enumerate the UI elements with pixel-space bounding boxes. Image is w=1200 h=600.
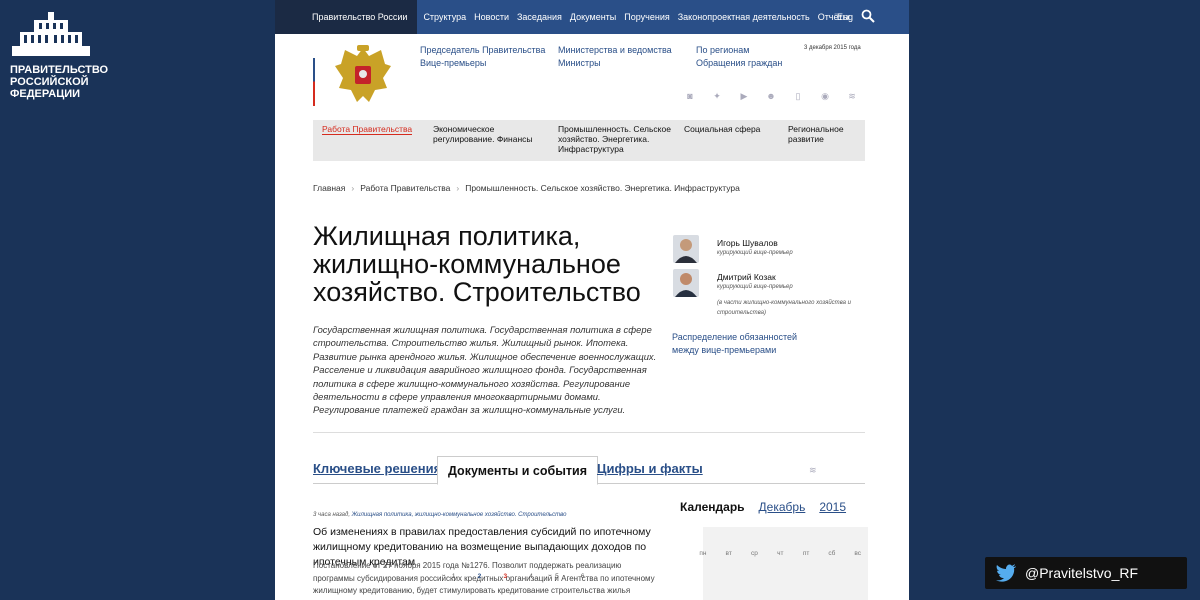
link-chairman[interactable]: Председатель Правительства <box>420 44 545 57</box>
twitter-icon[interactable]: ✦ <box>710 90 724 102</box>
news-time: 3 часа назад, <box>313 512 350 518</box>
brand-name: ПРАВИТЕЛЬСТВО РОССИЙСКОЙ ФЕДЕРАЦИИ <box>10 64 109 100</box>
news-text: Постановление от 27 ноября 2015 года №12… <box>313 561 655 600</box>
calendar-day[interactable]: 2 <box>467 573 493 580</box>
link-ministries[interactable]: Министерства и ведомства <box>558 44 672 57</box>
tab-documents-events[interactable]: Документы и события <box>437 456 598 485</box>
weekday: ср <box>751 550 758 557</box>
calendar: Календарь Декабрь 2015 пн вт ср чт пт сб… <box>680 500 870 600</box>
link-appeals[interactable]: Обращения граждан <box>696 57 782 70</box>
home-link[interactable]: Правительство России <box>275 0 418 34</box>
breadcrumb: Главная › Работа Правительства › Промышл… <box>313 183 740 193</box>
curator-name: Дмитрий Козак <box>717 272 776 282</box>
twitter-handle: @Pravitelstvo_RF <box>1025 565 1139 581</box>
calendar-day[interactable]: 1 <box>441 573 467 580</box>
nav-item-structure[interactable]: Структура <box>423 12 466 22</box>
rss-icon[interactable]: ≋ <box>809 465 819 475</box>
main-nav: Структура Новости Заседания Документы По… <box>423 12 849 22</box>
language-switch[interactable]: Eng <box>837 12 853 22</box>
people-icon[interactable]: ☻ <box>764 90 778 102</box>
youtube-icon[interactable]: ▶ <box>737 90 751 102</box>
chevron-right-icon: › <box>351 183 355 193</box>
curator-note: (в части жилищно-коммунального хозяйства… <box>717 300 852 316</box>
breadcrumb-industry[interactable]: Промышленность. Сельское хозяйство. Энер… <box>465 183 740 193</box>
header-links-2: Министерства и ведомства Министры <box>558 44 672 70</box>
site-page: Правительство России Структура Новости З… <box>275 0 909 600</box>
link-ministers[interactable]: Министры <box>558 57 672 70</box>
calendar-day[interactable]: 5 <box>544 573 570 580</box>
social-links: ◙ ✦ ▶ ☻ ▯ ◉ ≋ <box>683 90 859 102</box>
calendar-year[interactable]: 2015 <box>819 500 846 514</box>
twitter-bird-icon <box>996 564 1016 582</box>
weekday: пн <box>699 550 707 557</box>
current-date: 3 декабря 2015 года <box>804 45 861 51</box>
menu-item-regional[interactable]: Региональное развитие <box>788 124 853 144</box>
breadcrumb-government-work[interactable]: Работа Правительства <box>360 183 450 193</box>
curator-shuvalov[interactable]: Игорь Шувалов курирующий вице-премьер <box>673 235 873 269</box>
weekday: вс <box>854 550 861 557</box>
news-tags[interactable]: Жилищная политика, жилищно-коммунальное … <box>352 512 567 518</box>
calendar-header: Календарь Декабрь 2015 <box>680 500 870 514</box>
calendar-label: Календарь <box>680 500 745 514</box>
calendar-month[interactable]: Декабрь <box>759 500 806 514</box>
calendar-day[interactable]: 4 <box>518 573 544 580</box>
tab-figures-facts[interactable]: Цифры и факты <box>597 461 703 476</box>
news-meta: 3 часа назад, Жилищная политика, жилищно… <box>313 512 566 518</box>
camera-icon[interactable]: ◙ <box>683 90 697 102</box>
eye-icon[interactable]: ◉ <box>818 90 832 102</box>
curator-role: курирующий вице-премьер <box>717 250 793 256</box>
nav-item-instructions[interactable]: Поручения <box>624 12 669 22</box>
avatar <box>673 235 699 263</box>
section-description: Государственная жилищная политика. Госуд… <box>313 324 657 416</box>
link-regions[interactable]: По регионам <box>696 44 782 57</box>
nav-item-legislation[interactable]: Законопроектная деятельность <box>678 12 810 22</box>
header-links-1: Председатель Правительства Вице-премьеры <box>420 44 545 70</box>
menu-item-economy[interactable]: Экономическое регулирование. Финансы <box>433 124 543 144</box>
header-links-3: По регионам Обращения граждан <box>696 44 782 70</box>
weekday: чт <box>777 550 784 557</box>
brand-logo[interactable]: ПРАВИТЕЛЬСТВО РОССИЙСКОЙ ФЕДЕРАЦИИ <box>10 12 110 100</box>
rss-icon[interactable]: ≋ <box>845 90 859 102</box>
search-icon[interactable] <box>861 9 875 23</box>
calendar-day[interactable]: 6 <box>570 573 596 580</box>
duties-link[interactable]: Распределение обязанностей между вице-пр… <box>672 331 812 357</box>
nav-item-meetings[interactable]: Заседания <box>517 12 562 22</box>
curators: Игорь Шувалов курирующий вице-премьер Дм… <box>673 235 873 316</box>
weekday: пт <box>802 550 810 557</box>
menu-item-industry[interactable]: Промышленность. Сельское хозяйство. Энер… <box>558 124 673 154</box>
curator-name: Игорь Шувалов <box>717 238 778 248</box>
home-label: Правительство России <box>312 12 408 22</box>
calendar-grid <box>703 527 868 600</box>
divider <box>313 432 865 433</box>
page-title: Жилищная политика, жилищно-коммунальное … <box>313 221 641 307</box>
menu-item-social[interactable]: Социальная сфера <box>684 124 760 134</box>
breadcrumb-home[interactable]: Главная <box>313 183 345 193</box>
government-building-icon <box>12 12 90 56</box>
tab-key-decisions[interactable]: Ключевые решения <box>313 461 441 476</box>
twitter-badge[interactable]: @Pravitelstvo_RF <box>985 557 1187 589</box>
flag-stripe <box>313 34 315 106</box>
avatar <box>673 269 699 297</box>
nav-item-documents[interactable]: Документы <box>570 12 616 22</box>
content-tabs: Ключевые решения Документы и события Циф… <box>313 456 865 485</box>
calendar-day <box>415 573 441 580</box>
weekday: вт <box>725 550 732 557</box>
section-menu: Работа Правительства Экономическое регул… <box>313 120 865 161</box>
link-vice-premiers[interactable]: Вице-премьеры <box>420 57 545 70</box>
coat-of-arms-icon[interactable] <box>333 44 393 106</box>
menu-item-government-work[interactable]: Работа Правительства <box>322 124 413 135</box>
weekday: сб <box>828 550 836 557</box>
calendar-weekdays: пн вт ср чт пт сб вс <box>690 550 871 557</box>
curator-role: курирующий вице-премьер <box>717 284 793 290</box>
calendar-day-today[interactable]: 3 <box>492 573 518 580</box>
mobile-icon[interactable]: ▯ <box>791 90 805 102</box>
top-navigation: Правительство России Структура Новости З… <box>275 0 909 34</box>
nav-item-news[interactable]: Новости <box>474 12 509 22</box>
chevron-right-icon: › <box>456 183 460 193</box>
calendar-days: 1 2 3 4 5 6 <box>415 573 596 580</box>
